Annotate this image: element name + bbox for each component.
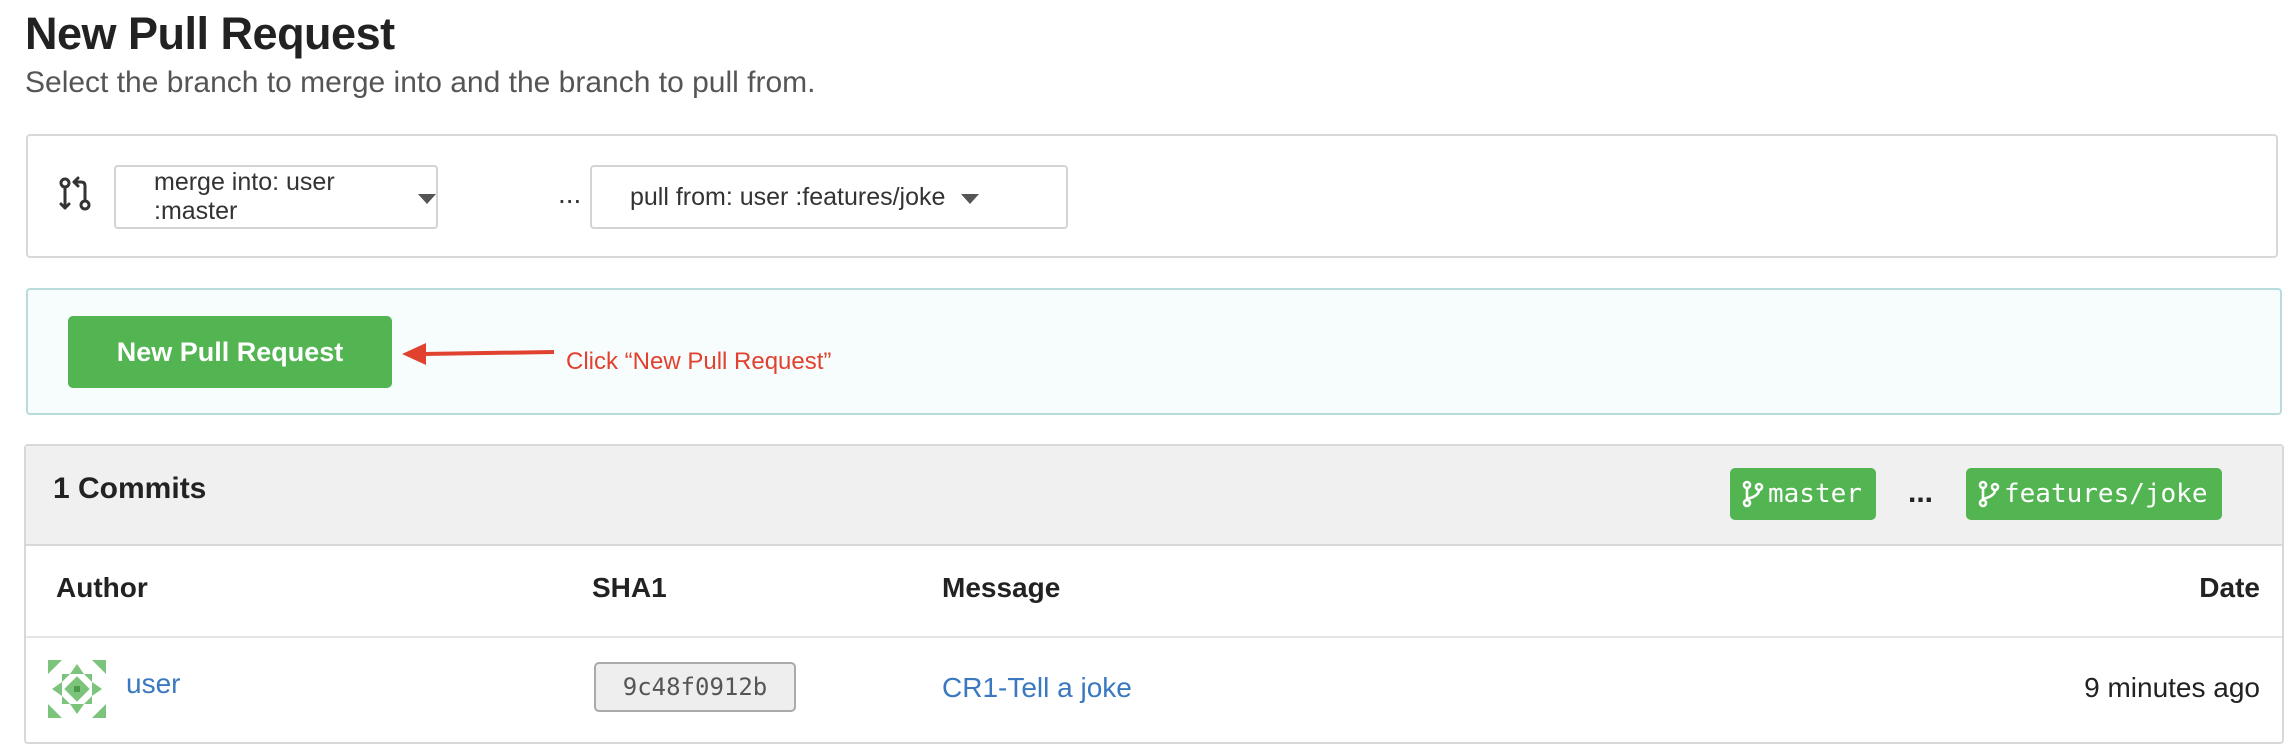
commits-header: 1 Commits master ... features/joke <box>26 446 2282 546</box>
commit-date: 9 minutes ago <box>2084 672 2260 703</box>
pull-from-label: pull from: user :features/joke <box>630 182 946 211</box>
author-link[interactable]: user <box>126 668 180 700</box>
annotation-text: Click “New Pull Request” <box>566 348 832 375</box>
pull-from-select[interactable]: pull from: user :features/joke <box>590 165 1068 229</box>
branch-selector-panel: merge into: user :master ... pull from: … <box>26 134 2278 258</box>
avatar[interactable] <box>48 660 106 718</box>
git-branch-icon <box>1742 480 1764 508</box>
create-pr-panel: New Pull Request Click “New Pull Request… <box>26 288 2282 415</box>
new-pull-request-button[interactable]: New Pull Request <box>68 316 392 388</box>
column-header-message[interactable]: Message <box>942 572 1060 604</box>
annotation-arrow-icon <box>402 343 555 365</box>
tag-separator: ... <box>1908 476 1934 509</box>
head-branch-tag[interactable]: features/joke <box>1966 468 2222 520</box>
head-branch-name: features/joke <box>2004 479 2208 509</box>
commit-message-link[interactable]: CR1-Tell a joke <box>942 672 1132 704</box>
column-header-sha1[interactable]: SHA1 <box>592 572 667 604</box>
commit-sha-button[interactable]: 9c48f0912b <box>594 662 796 712</box>
page-title: New Pull Request <box>25 8 395 59</box>
merge-into-select[interactable]: merge into: user :master <box>114 165 438 229</box>
git-branch-icon <box>1978 480 2000 508</box>
caret-down-icon <box>961 193 980 204</box>
commits-panel: 1 Commits master ... features/joke Autho… <box>24 444 2284 744</box>
column-header-author[interactable]: Author <box>56 572 148 604</box>
table-divider <box>26 636 2282 638</box>
column-header-date[interactable]: Date <box>2199 572 2260 604</box>
commits-count: 1 Commits <box>53 472 207 505</box>
branch-separator: ... <box>558 178 582 209</box>
caret-down-icon <box>418 193 436 204</box>
page-subtitle: Select the branch to merge into and the … <box>25 66 816 99</box>
base-branch-name: master <box>1768 479 1862 509</box>
base-branch-tag[interactable]: master <box>1730 468 1876 520</box>
compare-branches-icon <box>59 176 91 211</box>
merge-into-label: merge into: user :master <box>154 168 335 225</box>
